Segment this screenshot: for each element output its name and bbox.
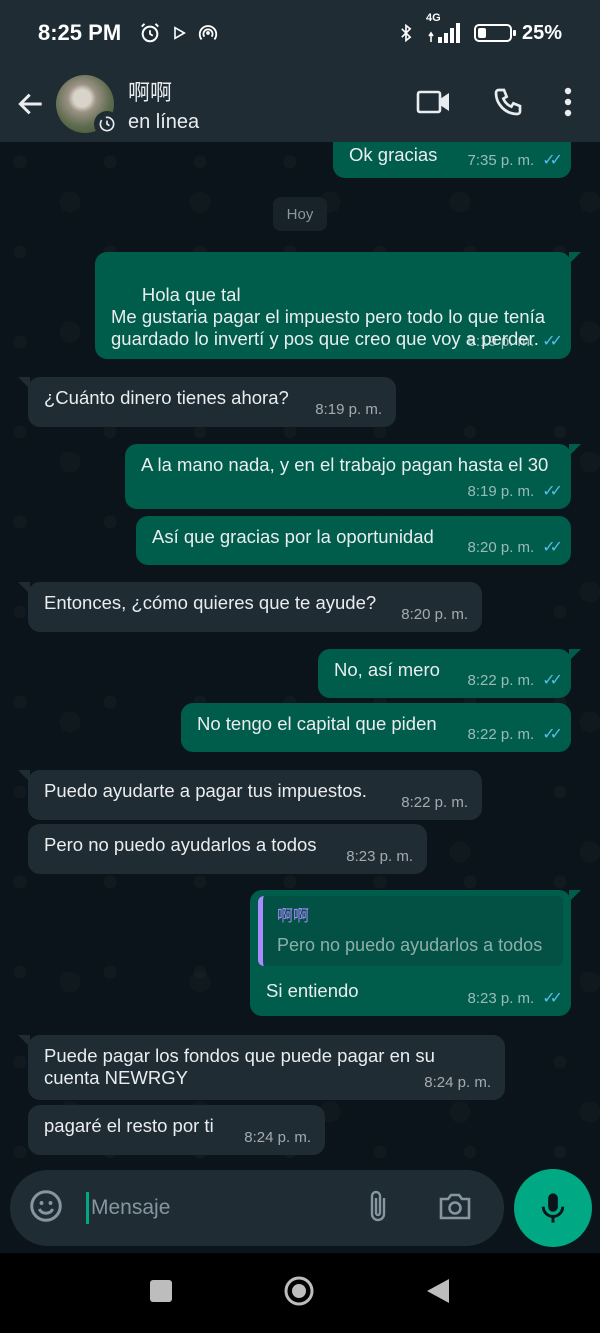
message-text: Ok gracias [349,144,438,165]
message-time: 8:22 p. m. [467,726,535,743]
chat-area[interactable]: Ok gracias 7:35 p. m. ✓✓ Hoy Hola que tal… [0,142,600,1164]
play-icon [171,25,187,41]
message-time: 8:23 p. m. [346,848,413,865]
message-time: 8:23 p. m. [467,990,535,1007]
camera-icon[interactable] [438,1191,472,1226]
message-time: 7:35 p. m. [467,152,535,169]
message-text: Si entiendo [266,980,359,1001]
message-text: Entonces, ¿cómo quieres que te ayude? [44,592,377,613]
message-text: pagaré el resto por ti [44,1115,214,1136]
attach-icon[interactable] [366,1188,390,1229]
message-incoming[interactable]: ¿Cuánto dinero tienes ahora? 8:19 p. m. [18,377,396,427]
network-type: 4G [425,12,441,24]
message-incoming[interactable]: Pero no puedo ayudarlos a todos 8:23 p. … [28,824,427,874]
whatsapp-chat-screen: 8:25 PM 4G 25% 啊啊 en línea Ok gracias 7:… [0,0,600,1333]
more-options-icon[interactable] [564,87,572,122]
message-time: 8:24 p. m. [244,1129,311,1146]
home-icon[interactable] [283,1275,315,1312]
back-icon[interactable] [425,1277,451,1310]
disappearing-timer-icon [94,111,120,137]
message-composer[interactable]: Mensaje [10,1170,504,1246]
message-text: No, así mero [334,659,440,680]
message-time: 8:20 p. m. [467,539,535,556]
read-ticks-icon: ✓✓ [542,539,563,556]
quoted-text: Pero no puedo ayudarlos a todos [277,935,543,955]
back-button[interactable] [6,88,56,120]
message-input[interactable]: Mensaje [91,1196,170,1220]
status-bar: 8:25 PM 4G 25% [0,0,600,66]
quoted-message[interactable]: 啊啊 Pero no puedo ayudarlos a todos [258,896,563,966]
message-text: Así que gracias por la oportunidad [152,526,434,547]
system-nav-bar [0,1253,600,1333]
battery-percent: 25% [521,21,562,44]
message-text: Puede pagar los fondos que puede pagar e… [44,1045,435,1088]
contact-name: 啊啊 [128,79,173,105]
message-text: A la mano nada, y en el trabajo pagan ha… [141,454,549,475]
alarm-icon [139,22,161,44]
emoji-icon[interactable] [28,1188,64,1229]
message-outgoing[interactable]: A la mano nada, y en el trabajo pagan ha… [125,444,581,509]
message-outgoing-reply[interactable]: 啊啊 Pero no puedo ayudarlos a todos Si en… [250,890,581,1016]
message-text: Puedo ayudarte a pagar tus impuestos. [44,780,367,801]
message-outgoing[interactable]: No tengo el capital que piden 8:22 p. m.… [181,703,571,752]
message-outgoing[interactable]: Hola que tal Me gustaria pagar el impues… [95,252,581,359]
contact-info[interactable]: 啊啊 en línea [128,75,199,134]
status-time: 8:25 PM [38,20,122,45]
message-time: 8:19 p. m. [467,333,535,350]
message-outgoing[interactable]: Así que gracias por la oportunidad 8:20 … [136,516,571,565]
read-ticks-icon: ✓✓ [542,672,563,689]
message-time: 8:24 p. m. [424,1074,491,1091]
message-text: ¿Cuánto dinero tienes ahora? [44,387,289,408]
quoted-sender: 啊啊 [277,908,310,925]
read-ticks-icon: ✓✓ [542,152,563,169]
bluetooth-icon [396,21,416,45]
signal-icon: 4G [426,12,464,44]
text-cursor [86,1192,89,1224]
hotspot-icon [197,22,219,44]
message-time: 8:19 p. m. [315,401,382,418]
phone-call-icon[interactable] [492,86,524,123]
message-outgoing[interactable]: No, así mero 8:22 p. m. ✓✓ [318,649,581,698]
message-incoming[interactable]: Puede pagar los fondos que puede pagar e… [18,1035,505,1100]
read-ticks-icon: ✓✓ [542,333,563,350]
contact-status: en línea [128,110,200,133]
mic-icon [541,1193,565,1223]
day-separator: Hoy [273,197,327,231]
message-incoming[interactable]: Puedo ayudarte a pagar tus impuestos. 8:… [18,770,482,820]
video-call-icon[interactable] [416,87,452,122]
message-time: 8:20 p. m. [401,606,468,623]
read-ticks-icon: ✓✓ [542,726,563,743]
message-incoming[interactable]: Entonces, ¿cómo quieres que te ayude? 8:… [18,582,482,632]
battery-icon [473,24,516,42]
chat-header: 啊啊 en línea [0,66,600,142]
message-text: Pero no puedo ayudarlos a todos [44,834,317,855]
message-text: No tengo el capital que piden [197,713,437,734]
message-time: 8:22 p. m. [467,672,535,689]
battery-level [477,28,486,38]
read-ticks-icon: ✓✓ [542,483,563,500]
avatar[interactable] [56,75,120,137]
message-time: 8:19 p. m. [467,483,535,500]
recents-icon[interactable] [149,1279,173,1308]
read-ticks-icon: ✓✓ [542,990,563,1007]
message-time: 8:22 p. m. [401,794,468,811]
message-outgoing[interactable]: Ok gracias 7:35 p. m. ✓✓ [333,142,571,178]
message-incoming[interactable]: pagaré el resto por ti 8:24 p. m. [28,1105,325,1155]
back-arrow-icon [18,93,42,115]
mic-button[interactable] [514,1169,592,1247]
